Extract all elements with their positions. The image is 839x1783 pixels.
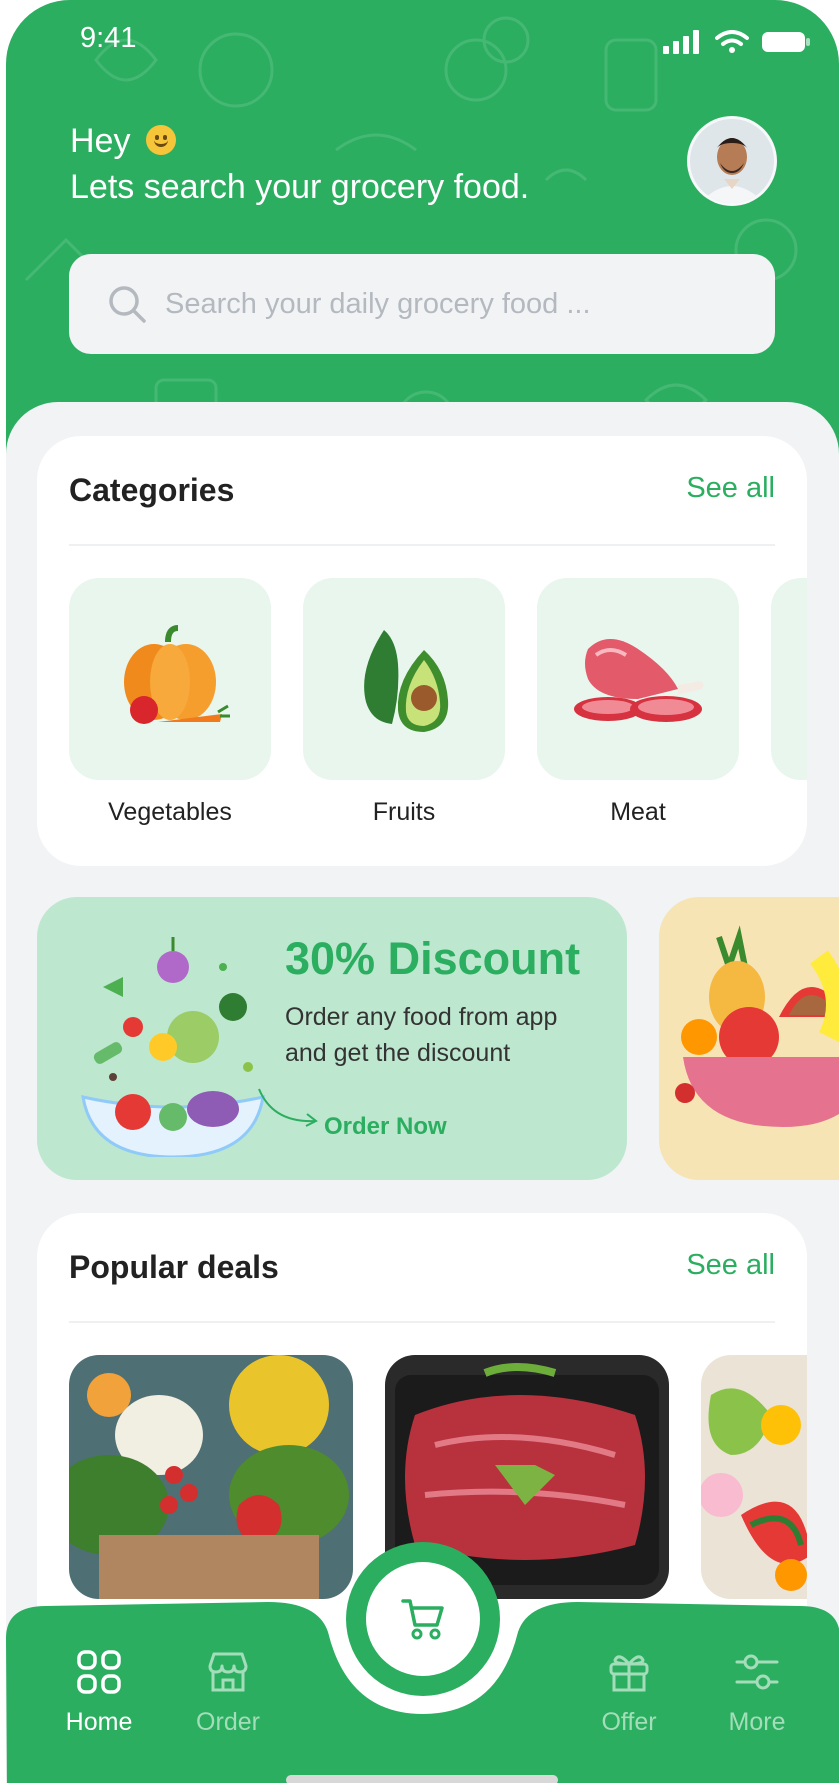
cart-button-inner xyxy=(366,1562,480,1676)
store-icon xyxy=(208,1652,248,1692)
grid-icon xyxy=(77,1650,121,1694)
greeting-text: Hey xyxy=(70,122,131,160)
category-tile-fruits[interactable] xyxy=(303,578,505,780)
greeting-subtitle: Lets search your grocery food. xyxy=(70,168,530,206)
fruit-bowl-illustration xyxy=(675,925,839,1127)
pumpkin-icon xyxy=(124,625,230,724)
category-tile-more[interactable] xyxy=(771,578,807,780)
search-input[interactable]: Search your daily grocery food ... xyxy=(165,288,591,321)
search-bar[interactable]: Search your daily grocery food ... xyxy=(69,254,775,354)
category-tile-meat[interactable] xyxy=(537,578,739,780)
categories-card: Categories See all Vegetables Fruits Mea… xyxy=(37,436,807,866)
categories-see-all-link[interactable]: See all xyxy=(686,472,775,505)
header: 9:41 Hey Lets search your grocery food. xyxy=(6,0,839,460)
category-label: Vegetables xyxy=(108,798,232,826)
tab-label: More xyxy=(728,1708,786,1736)
cart-button[interactable] xyxy=(346,1542,500,1696)
status-time: 9:41 xyxy=(80,22,137,54)
order-now-link[interactable]: Order Now xyxy=(324,1113,447,1141)
category-tile-vegetables[interactable] xyxy=(69,578,271,780)
popular-see-all-link[interactable]: See all xyxy=(686,1249,775,1282)
divider xyxy=(69,544,775,546)
gift-icon xyxy=(609,1655,649,1692)
fruit-promo-banner[interactable] xyxy=(659,897,839,1180)
promo-text: Order any food from app and get the disc… xyxy=(285,1003,558,1067)
avatar[interactable] xyxy=(687,116,777,206)
category-label: Fruits xyxy=(372,798,436,826)
search-icon xyxy=(109,286,146,323)
cart-icon xyxy=(401,1599,444,1640)
doodle-pattern xyxy=(24,16,798,452)
signal-icon xyxy=(663,30,699,54)
deal-item-fruits[interactable] xyxy=(701,1355,807,1599)
home-indicator xyxy=(286,1775,558,1783)
tab-label: Offer xyxy=(601,1708,657,1736)
divider xyxy=(69,1321,775,1323)
status-icons xyxy=(663,30,811,54)
salad-bowl-illustration xyxy=(81,937,265,1157)
tab-label: Order xyxy=(196,1708,260,1736)
deal-item-vegetables[interactable] xyxy=(69,1355,353,1599)
tab-label: Home xyxy=(65,1708,133,1736)
battery-icon xyxy=(762,32,810,52)
avocado-icon xyxy=(364,630,449,732)
popular-title: Popular deals xyxy=(69,1249,279,1285)
greeting-block: Hey Lets search your grocery food. xyxy=(70,118,529,210)
fruits-photo xyxy=(701,1355,807,1599)
smile-emoji-icon xyxy=(145,125,176,156)
promo-banner[interactable]: 30% Discount Order any food from app and… xyxy=(37,897,627,1180)
tab-more[interactable]: More xyxy=(697,1650,817,1737)
tab-order[interactable]: Order xyxy=(168,1650,288,1737)
sliders-icon xyxy=(735,1654,779,1690)
tab-offer[interactable]: Offer xyxy=(569,1650,689,1737)
vegetables-photo xyxy=(69,1355,353,1599)
profile-photo xyxy=(690,119,774,203)
categories-title: Categories xyxy=(69,472,235,508)
app-screen: 9:41 Hey Lets search your grocery food. xyxy=(6,0,839,1783)
meat-icon xyxy=(574,639,704,722)
arrow-icon xyxy=(258,1088,318,1127)
promo-title: 30% Discount xyxy=(285,933,581,984)
category-label: Meat xyxy=(610,798,666,826)
wifi-icon xyxy=(715,30,749,53)
tab-home[interactable]: Home xyxy=(39,1650,159,1737)
